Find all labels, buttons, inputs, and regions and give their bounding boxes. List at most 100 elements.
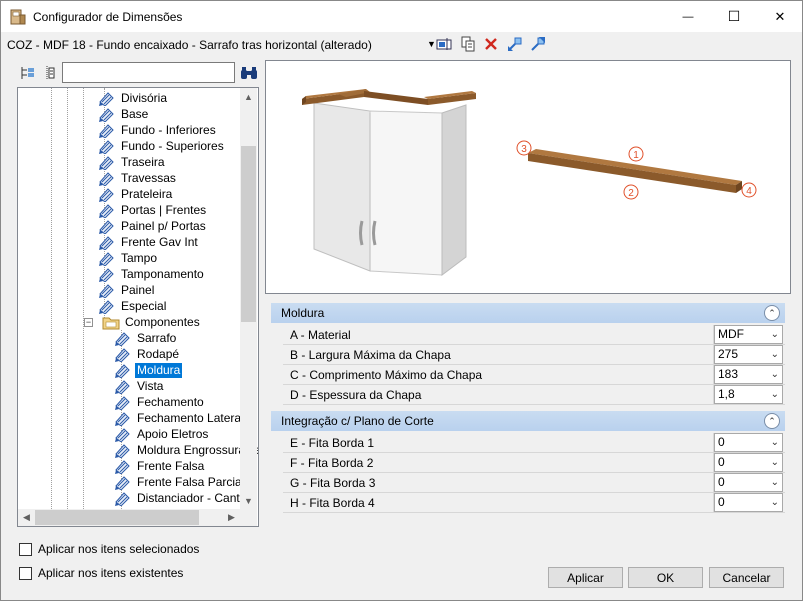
window-title: Configurador de Dimensões [33, 9, 183, 24]
property-group-header[interactable]: Moldura ⌃ [271, 303, 785, 323]
chevron-down-icon[interactable]: ⌄ [771, 474, 779, 491]
property-value-dropdown[interactable]: 1,8 ⌄ [714, 385, 783, 404]
copy-config-button[interactable] [459, 35, 477, 53]
tree-vertical-scrollbar[interactable]: ▲ ▼ [240, 88, 257, 509]
collapse-group-icon[interactable]: ⌃ [764, 413, 780, 429]
tree-item[interactable]: Sarrafo [114, 330, 178, 347]
minimize-button[interactable]: — [665, 1, 711, 32]
property-value-dropdown[interactable]: 0 ⌄ [714, 473, 783, 492]
tree-item[interactable]: Frente Gav Int [98, 234, 200, 251]
apply-button[interactable]: Aplicar [548, 567, 623, 588]
property-row[interactable]: C - Comprimento Máximo da Chapa 183 ⌄ [271, 365, 785, 385]
find-button[interactable] [239, 62, 259, 83]
category-tree[interactable]: Divisória Base Fundo - Inferiores Fundo - S… [17, 87, 259, 527]
tree-item[interactable]: Painel p/ Portas [98, 218, 208, 235]
tree-item-label: Divisória [121, 90, 168, 105]
chevron-down-icon[interactable]: ⌄ [771, 346, 779, 363]
rename-config-button[interactable] [435, 35, 453, 53]
scroll-down-arrow-icon[interactable]: ▼ [240, 492, 257, 509]
cabinet-preview-image: 1 2 3 4 [302, 89, 757, 276]
tree-item[interactable]: Vista [114, 378, 165, 395]
property-row[interactable]: E - Fita Borda 1 0 ⌄ [271, 433, 785, 453]
tree-item-label: Frente Falsa Parcial [137, 474, 245, 489]
chevron-down-icon[interactable]: ⌄ [771, 434, 779, 451]
property-value-dropdown[interactable]: MDF ⌄ [714, 325, 783, 344]
apply-selected-checkbox[interactable] [19, 542, 32, 556]
property-row[interactable]: A - Material MDF ⌄ [271, 325, 785, 345]
tree-item[interactable]: Fundo - Inferiores [98, 122, 218, 139]
maximize-button[interactable]: ☐ [711, 1, 757, 32]
tree-folder-componentes[interactable]: Componentes [102, 314, 202, 330]
edge-marker-4: 4 [741, 182, 757, 198]
apply-existing-checkbox[interactable] [19, 566, 32, 580]
collapse-toggle[interactable]: − [84, 318, 93, 327]
tree-item[interactable]: Travessas [98, 170, 178, 187]
collapse-all-button[interactable] [39, 62, 59, 84]
scroll-right-arrow-icon[interactable]: ▶ [223, 509, 240, 526]
import-config-button[interactable] [506, 35, 524, 53]
configuration-selector[interactable]: COZ - MDF 18 - Fundo encaixado - Sarrafo… [7, 36, 797, 54]
tree-item[interactable]: Tampo [98, 250, 159, 267]
property-row[interactable]: D - Espessura da Chapa 1,8 ⌄ [271, 385, 785, 405]
scroll-up-arrow-icon[interactable]: ▲ [240, 88, 257, 105]
expand-all-button[interactable] [17, 62, 37, 84]
tree-item[interactable]: Fechamento Lateral [114, 410, 246, 427]
chevron-down-icon[interactable]: ⌄ [771, 386, 779, 403]
property-row[interactable]: F - Fita Borda 2 0 ⌄ [271, 453, 785, 473]
tree-item[interactable]: Apoio Eletros [114, 426, 210, 443]
apply-selected-option[interactable]: Aplicar nos itens selecionados [19, 542, 199, 556]
tree-item[interactable]: Rodapé [114, 346, 181, 363]
scroll-left-arrow-icon[interactable]: ◀ [18, 509, 35, 526]
tree-item[interactable]: Painel [98, 282, 156, 299]
tree-item[interactable]: Moldura [114, 362, 183, 379]
tree-item-label: Especial [121, 298, 167, 313]
property-value-dropdown[interactable]: 0 ⌄ [714, 453, 783, 472]
chevron-down-icon[interactable]: ⌄ [771, 494, 779, 511]
export-icon [531, 37, 545, 51]
cancel-button[interactable]: Cancelar [709, 567, 784, 588]
tree-item[interactable]: Especial [98, 298, 168, 315]
tree-search-input[interactable] [62, 62, 235, 83]
ok-button[interactable]: OK [628, 567, 703, 588]
tree-item-label: Sarrafo [137, 330, 177, 345]
tree-item[interactable]: Portas | Frentes [98, 202, 208, 219]
tree-item[interactable]: Frente Falsa Parcial [114, 474, 246, 491]
tree-item[interactable]: Fundo - Superiores [98, 138, 226, 155]
property-value-dropdown[interactable]: 275 ⌄ [714, 345, 783, 364]
svg-text:4: 4 [746, 186, 752, 197]
delete-config-button[interactable] [482, 35, 500, 53]
tree-item-label: Distanciador - Canto [137, 490, 247, 505]
property-value-dropdown[interactable]: 183 ⌄ [714, 365, 783, 384]
tree-item[interactable]: Moldura Engrossuramento [114, 442, 258, 459]
scroll-thumb[interactable] [241, 146, 256, 322]
property-row[interactable]: B - Largura Máxima da Chapa 275 ⌄ [271, 345, 785, 365]
property-value: 0 [718, 475, 725, 489]
apply-selected-label: Aplicar nos itens selecionados [38, 542, 200, 556]
export-config-button[interactable] [529, 35, 547, 53]
property-group-header[interactable]: Integração c/ Plano de Corte ⌃ [271, 411, 785, 431]
tree-item[interactable]: Tamponamento [98, 266, 206, 283]
edge-marker-2: 2 [623, 184, 639, 200]
tree-item[interactable]: Frente Falsa [114, 458, 206, 475]
tree-horizontal-scrollbar[interactable]: ◀ ▶ [18, 509, 240, 526]
collapse-group-icon[interactable]: ⌃ [764, 305, 780, 321]
chevron-down-icon[interactable]: ⌄ [771, 454, 779, 471]
tree-item-label: Moldura [135, 362, 183, 378]
property-value-dropdown[interactable]: 0 ⌄ [714, 433, 783, 452]
property-value-dropdown[interactable]: 0 ⌄ [714, 493, 783, 512]
part-pencil-icon [98, 282, 116, 299]
property-row[interactable]: G - Fita Borda 3 0 ⌄ [271, 473, 785, 493]
tree-item[interactable]: Divisória [98, 90, 169, 107]
tree-item[interactable]: Base [98, 106, 150, 123]
chevron-down-icon[interactable]: ⌄ [771, 366, 779, 383]
apply-existing-option[interactable]: Aplicar nos itens existentes [19, 566, 183, 580]
property-row[interactable]: H - Fita Borda 4 0 ⌄ [271, 493, 785, 513]
scroll-thumb[interactable] [35, 510, 199, 525]
part-pencil-icon [114, 330, 132, 347]
tree-item[interactable]: Traseira [98, 154, 167, 171]
close-button[interactable]: ✕ [757, 1, 803, 32]
tree-item[interactable]: Fechamento [114, 394, 206, 411]
tree-item[interactable]: Distanciador - Canto [114, 490, 248, 507]
chevron-down-icon[interactable]: ⌄ [771, 326, 779, 343]
tree-item[interactable]: Prateleira [98, 186, 174, 203]
